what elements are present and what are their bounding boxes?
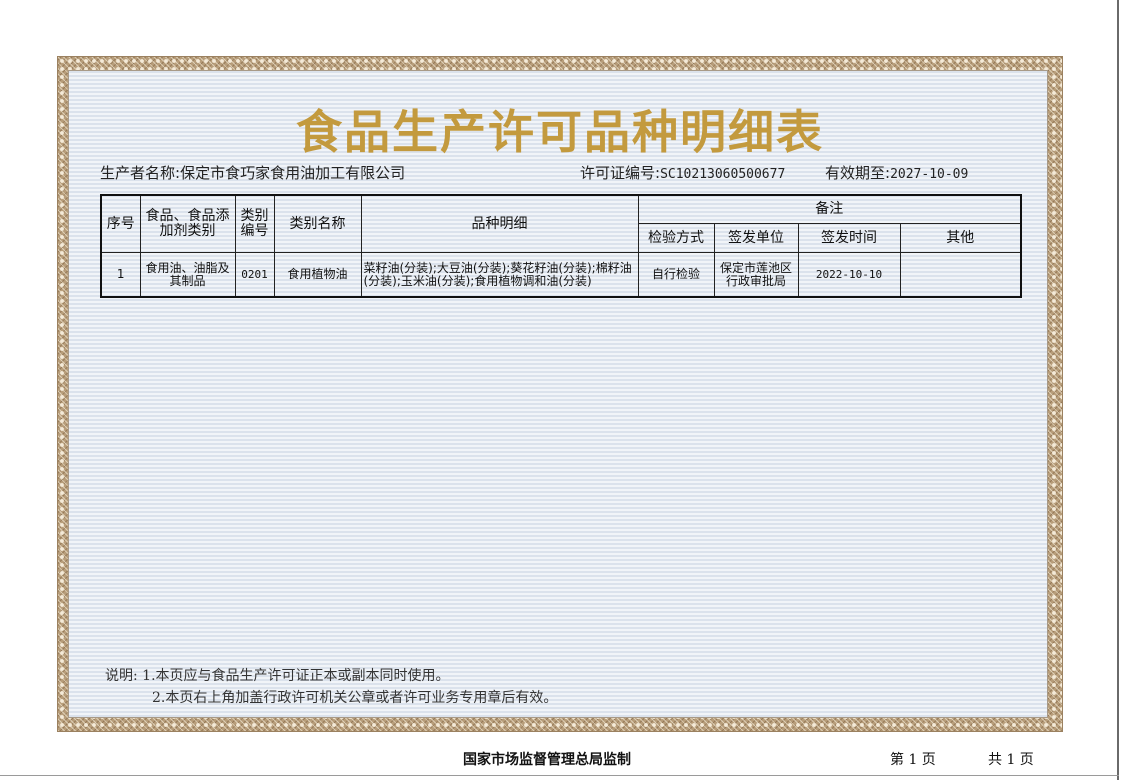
producer-info: 生产者名称:保定市食巧家食用油加工有限公司 [100,163,405,183]
cell-issue-date: 2022-10-10 [797,252,901,298]
header-category-name: 类别名称 [273,194,362,253]
license-info: 许可证编号:SC10213060500677 [580,163,785,183]
header-category-code: 类别编号 [234,194,275,253]
cell-variety-detail: 菜籽油(分装);大豆油(分装);葵花籽油(分装);棉籽油(分装);玉米油(分装)… [360,252,639,298]
page-bottom-border [0,775,1119,776]
note-1-text: 1.本页应与食品生产许可证正本或副本同时使用。 [142,668,450,684]
footer-authority: 国家市场监督管理总局监制 [463,752,631,768]
cell-category-code: 0201 [234,252,275,298]
cell-food-category: 食用油、油脂及其制品 [139,252,236,298]
cell-category-name: 食用植物油 [273,252,362,298]
table-row: 1 食用油、油脂及其制品 0201 食用植物油 菜籽油(分装);大豆油(分装);… [100,252,1022,298]
license-number: SC10213060500677 [660,167,786,182]
note-line-2: 2.本页右上角加盖行政许可机关公章或者许可业务专用章后有效。 [152,690,558,706]
license-label: 许可证编号: [580,164,661,182]
notes-label: 说明: [105,668,138,684]
cell-inspection-method: 自行检验 [637,252,715,298]
producer-label: 生产者名称: [100,164,181,182]
producer-name: 保定市食巧家食用油加工有限公司 [180,164,406,182]
header-seq: 序号 [100,194,141,253]
valid-until-date: 2027-10-09 [890,167,969,182]
header-issuing-unit: 签发单位 [713,223,799,253]
note-line-1: 说明: 1.本页应与食品生产许可证正本或副本同时使用。 [105,665,557,687]
variety-detail-table: 序号 食品、食品添加剂类别 类别编号 类别名称 品种明细 备注 检验方式 签发单… [100,194,1022,298]
validity-info: 有效期至:2027-10-09 [825,163,968,183]
header-food-category: 食品、食品添加剂类别 [139,194,236,253]
notes-section: 说明: 1.本页应与食品生产许可证正本或副本同时使用。 2.本页右上角加盖行政许… [105,665,557,709]
valid-until-label: 有效期至: [825,164,891,182]
header-inspection-method: 检验方式 [637,223,715,253]
cell-other [899,252,1022,298]
footer-page-number: 第 1 页 [890,752,936,768]
footer-total-pages: 共 1 页 [988,752,1034,768]
header-remarks: 备注 [637,194,1022,224]
header-variety-detail: 品种明细 [360,194,639,253]
cell-seq: 1 [100,252,141,298]
header-other: 其他 [899,223,1022,253]
header-issue-date: 签发时间 [797,223,901,253]
page-right-border [1117,0,1119,780]
cell-issuing-unit: 保定市莲池区行政审批局 [713,252,799,298]
document-title: 食品生产许可品种明细表 [296,105,824,159]
table-header-row: 序号 食品、食品添加剂类别 类别编号 类别名称 品种明细 备注 [100,194,1022,253]
